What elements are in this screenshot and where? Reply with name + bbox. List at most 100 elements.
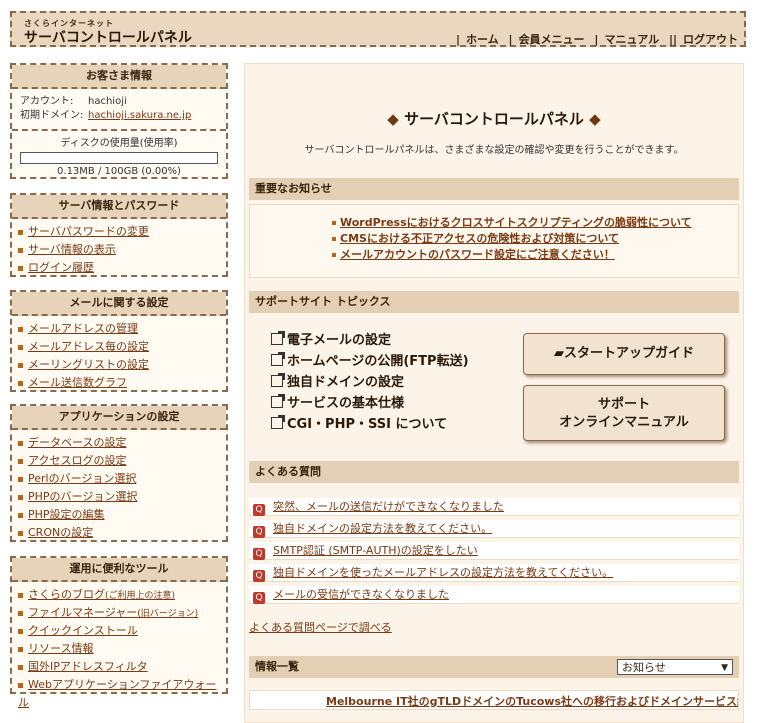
external-link-icon: [271, 394, 285, 408]
external-link-icon: [271, 415, 285, 429]
faq-item[interactable]: Q 独自ドメインを使ったメールアドレスの設定方法を教えてください。: [249, 564, 739, 582]
main-panel: ◆ サーバコントロールパネル ◆ サーバコントロールパネルは、さまざまな設定の確…: [244, 63, 744, 723]
bullet-icon: [18, 265, 23, 271]
sidebar-item-mailing-list[interactable]: メーリングリストの設定: [18, 356, 226, 374]
bullet-icon: [332, 221, 336, 225]
tools-menu-title: 運用に便利なツール: [12, 558, 226, 582]
sidebar-item-cron[interactable]: CRONの設定: [18, 524, 226, 542]
dropdown-arrow-icon: ▼: [721, 663, 728, 673]
info-section-title: 情報一覧 お知らせ ▼: [249, 656, 739, 678]
external-link-icon: [271, 331, 285, 345]
bullet-icon: [18, 476, 23, 482]
online-manual-button[interactable]: サポート オンラインマニュアル: [523, 385, 725, 441]
bullet-icon: [18, 664, 23, 670]
topic-link[interactable]: 電子メールの設定: [271, 330, 469, 351]
faq-item[interactable]: Q SMTP認証 (SMTP-AUTH)の設定をしたい: [249, 542, 739, 560]
faq-item[interactable]: Q 独自ドメインの設定方法を教えてください。: [249, 520, 739, 538]
mail-menu-title: メールに関する設定: [12, 292, 226, 316]
disk-usage: ディスクの使用量(使用率) 0.13MB / 100GB (0.00%): [12, 129, 226, 183]
faq-section-title: よくある質問: [249, 461, 739, 483]
external-link-icon: [271, 373, 285, 387]
nav-member-menu[interactable]: 会員メニュー: [519, 33, 585, 46]
startup-guide-button[interactable]: ▰スタートアップガイド: [523, 333, 725, 375]
bullet-icon: [332, 253, 336, 257]
header-bar: さくらインターネット サーバコントロールパネル | ホーム | 会員メニュー | マニ…: [10, 11, 746, 47]
bullet-icon: [18, 326, 23, 332]
question-icon: Q: [253, 548, 265, 560]
top-nav: | ホーム | 会員メニュー | マニュアル || ログアウト: [455, 33, 738, 46]
sidebar-item-resource-info[interactable]: リソース情報: [18, 640, 226, 658]
disk-usage-value: 0.13MB / 100GB (0.00%): [57, 166, 181, 177]
brand-logo[interactable]: サーバコントロールパネル: [24, 27, 192, 47]
faq-page-link[interactable]: よくある質問ページで調べる: [249, 619, 392, 635]
diamond-icon: ◆: [589, 110, 601, 128]
faq-item[interactable]: Q 突然、メールの送信だけができなくなりました: [249, 498, 739, 516]
sidebar-item-php-settings[interactable]: PHP設定の編集: [18, 506, 226, 524]
bullet-icon: [18, 628, 23, 634]
book-icon: ▰: [553, 346, 564, 361]
sidebar-item-php-version[interactable]: PHPのバージョン選択: [18, 488, 226, 506]
domain-link[interactable]: hachioji.sakura.ne.jp: [88, 110, 191, 121]
bullet-icon: [18, 440, 23, 446]
info-category-select[interactable]: お知らせ ▼: [617, 659, 733, 675]
sidebar-item-mail-graph[interactable]: メール送信数グラフ: [18, 374, 226, 392]
disk-usage-label: ディスクの使用量(使用率): [60, 138, 178, 149]
page-title: ◆ サーバコントロールパネル ◆: [387, 110, 601, 128]
notice-item[interactable]: WordPressにおけるクロスサイトスクリプティングの脆弱性について: [332, 215, 738, 231]
sidebar-item-server-password[interactable]: サーバパスワードの変更: [18, 223, 226, 241]
sidebar-item-server-info[interactable]: サーバ情報の表示: [18, 241, 226, 259]
bullet-icon: [332, 237, 336, 241]
topic-link[interactable]: 独自ドメインの設定: [271, 372, 469, 393]
bullet-icon: [18, 646, 23, 652]
topics-list: 電子メールの設定 ホームページの公開(FTP転送) 独自ドメインの設定 サービス…: [271, 330, 469, 435]
sidebar-item-ip-filter[interactable]: 国外IPアドレスフィルタ: [18, 658, 226, 676]
domain-label: 初期ドメイン:: [20, 110, 84, 121]
topic-link[interactable]: サービスの基本仕様: [271, 393, 469, 414]
server-menu-title: サーバ情報とパスワード: [12, 195, 226, 219]
sidebar-item-file-manager[interactable]: ファイルマネージャー(旧バージョン): [18, 604, 226, 622]
bullet-icon: [18, 494, 23, 500]
bullet-icon: [18, 247, 23, 253]
sidebar-item-mail-settings[interactable]: メールアドレス毎の設定: [18, 338, 226, 356]
sidebar-item-database[interactable]: データベースの設定: [18, 434, 226, 452]
question-icon: Q: [253, 504, 265, 516]
page-description: サーバコントロールパネルは、さまざまな設定の確認や変更を行うことができます。: [304, 145, 684, 156]
sidebar-item-mail-address[interactable]: メールアドレスの管理: [18, 320, 226, 338]
diamond-icon: ◆: [387, 110, 399, 128]
notice-section-title: 重要なお知らせ: [249, 178, 739, 200]
sidebar-item-waf[interactable]: Webアプリケーションファイアウォール: [18, 676, 226, 709]
topic-link[interactable]: CGI・PHP・SSI について: [271, 414, 469, 435]
account-label: アカウント:: [20, 96, 74, 107]
sidebar-item-perl-version[interactable]: Perlのバージョン選択: [18, 470, 226, 488]
notice-list: WordPressにおけるクロスサイトスクリプティングの脆弱性について CMSに…: [249, 204, 739, 278]
account-value: hachioji: [88, 96, 127, 107]
sidebar-item-access-log[interactable]: アクセスログの設定: [18, 452, 226, 470]
bullet-icon: [18, 344, 23, 350]
bullet-icon: [18, 610, 23, 616]
info-row-link[interactable]: Melbourne IT社のgTLDドメインのTucows社への移行およびドメイ…: [326, 693, 738, 709]
nav-manual[interactable]: マニュアル: [604, 33, 659, 46]
bullet-icon: [18, 530, 23, 536]
notice-item[interactable]: メールアカウントのパスワード設定にご注意ください！: [332, 247, 738, 263]
question-icon: Q: [253, 570, 265, 582]
bullet-icon: [18, 592, 23, 598]
sidebar-item-quick-install[interactable]: クイックインストール: [18, 622, 226, 640]
bullet-icon: [18, 512, 23, 518]
mail-menu-box: メールに関する設定 メールアドレスの管理 メールアドレス毎の設定 メーリングリス…: [10, 290, 228, 392]
notice-item[interactable]: CMSにおける不正アクセスの危険性および対策について: [332, 231, 738, 247]
topic-link[interactable]: ホームページの公開(FTP転送): [271, 351, 469, 372]
server-menu-box: サーバ情報とパスワード サーバパスワードの変更 サーバ情報の表示 ログイン履歴: [10, 193, 228, 277]
sidebar-item-blog[interactable]: さくらのブログ(ご利用上の注意): [18, 586, 226, 604]
nav-logout[interactable]: ログアウト: [683, 33, 738, 46]
customer-info-title: お客さま情報: [12, 65, 226, 89]
customer-info-box: お客さま情報 アカウント: hachioji 初期ドメイン: hachioji.sa…: [10, 63, 228, 179]
nav-home[interactable]: ホーム: [466, 33, 499, 46]
tools-menu-box: 運用に便利なツール さくらのブログ(ご利用上の注意) ファイルマネージャー(旧バ…: [10, 556, 228, 709]
sidebar-item-login-history[interactable]: ログイン履歴: [18, 259, 226, 277]
disk-usage-bar: [20, 152, 218, 164]
external-link-icon: [271, 352, 285, 366]
bullet-icon: [18, 380, 23, 386]
faq-item[interactable]: Q メールの受信ができなくなりました: [249, 586, 739, 604]
question-icon: Q: [253, 592, 265, 604]
account-info: アカウント: hachioji 初期ドメイン: hachioji.sakura.ne…: [12, 89, 226, 129]
